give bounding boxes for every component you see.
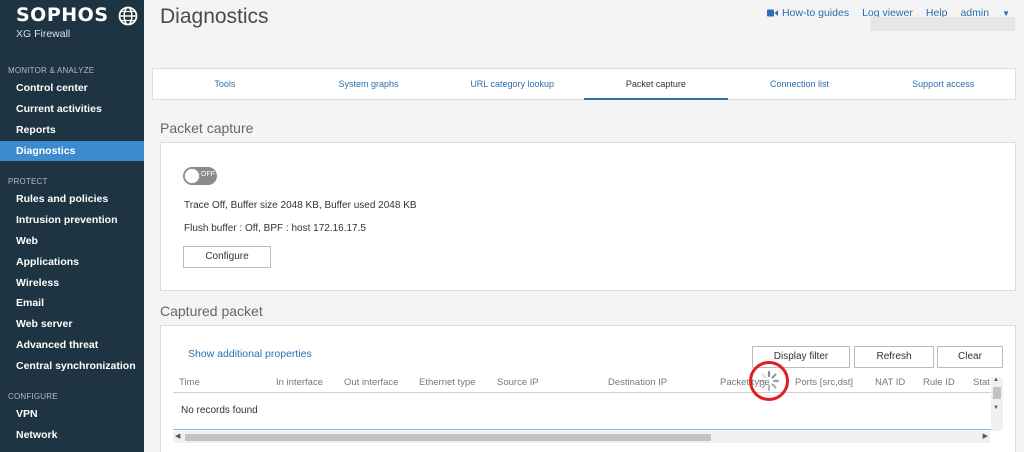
- column-header-out-interface[interactable]: Out interface: [344, 377, 398, 388]
- sidebar-item-central-synchronization[interactable]: Central synchronization: [0, 356, 144, 376]
- sidebar-item-reports[interactable]: Reports: [0, 120, 144, 140]
- column-header-source-ip[interactable]: Source IP: [497, 377, 539, 388]
- sidebar-item-rules-and-policies[interactable]: Rules and policies: [0, 189, 144, 209]
- column-header-destination-ip[interactable]: Destination IP: [608, 377, 667, 388]
- header-strip: [870, 17, 1015, 31]
- tab-tools[interactable]: Tools: [153, 69, 297, 99]
- sidebar-item-network[interactable]: Network: [0, 425, 144, 445]
- sidebar-item-email[interactable]: Email: [0, 293, 144, 313]
- sidebar-item-web[interactable]: Web: [0, 231, 144, 251]
- tab-url-category-lookup[interactable]: URL category lookup: [440, 69, 584, 99]
- sidebar-item-diagnostics[interactable]: Diagnostics: [0, 141, 144, 161]
- show-additional-properties-link[interactable]: Show additional properties: [188, 348, 312, 360]
- loading-spinner-highlight: [749, 361, 789, 401]
- flush-info: Flush buffer : Off, BPF : host 172.16.17…: [184, 223, 366, 234]
- horizontal-scroll-thumb[interactable]: [185, 434, 711, 441]
- brand-product: XG Firewall: [16, 28, 71, 40]
- loading-spinner-icon: [758, 370, 780, 392]
- toggle-knob: [184, 168, 200, 184]
- sidebar-item-advanced-threat[interactable]: Advanced threat: [0, 335, 144, 355]
- tab-bar: Tools System graphs URL category lookup …: [152, 68, 1016, 100]
- tab-connection-list[interactable]: Connection list: [728, 69, 872, 99]
- vertical-scrollbar[interactable]: ▲ ▼: [991, 377, 1003, 431]
- video-camera-icon: [766, 9, 778, 17]
- sidebar-item-control-center[interactable]: Control center: [0, 78, 144, 98]
- section-configure: CONFIGURE: [8, 392, 58, 401]
- tab-support-access[interactable]: Support access: [871, 69, 1015, 99]
- sidebar-item-intrusion-prevention[interactable]: Intrusion prevention: [0, 210, 144, 230]
- column-header-ethernet-type[interactable]: Ethernet type: [419, 377, 476, 388]
- tab-system-graphs[interactable]: System graphs: [297, 69, 441, 99]
- column-header-rule-id[interactable]: Rule ID: [923, 377, 955, 388]
- section-protect: PROTECT: [8, 177, 48, 186]
- tab-packet-capture[interactable]: Packet capture: [584, 69, 728, 100]
- refresh-button[interactable]: Refresh: [854, 346, 934, 368]
- capture-toggle[interactable]: OFF: [183, 167, 217, 185]
- horizontal-scrollbar[interactable]: ◀ ▶: [173, 431, 990, 443]
- sidebar-item-web-server[interactable]: Web server: [0, 314, 144, 334]
- vertical-scroll-thumb[interactable]: [993, 387, 1001, 399]
- sidebar-item-wireless[interactable]: Wireless: [0, 273, 144, 293]
- sidebar-item-applications[interactable]: Applications: [0, 252, 144, 272]
- sidebar-item-current-activities[interactable]: Current activities: [0, 99, 144, 119]
- captured-packet-heading: Captured packet: [160, 303, 263, 319]
- packet-capture-panel: OFF Trace Off, Buffer size 2048 KB, Buff…: [160, 142, 1016, 291]
- column-header-time[interactable]: Time: [179, 377, 200, 388]
- column-header-nat-id[interactable]: NAT ID: [875, 377, 905, 388]
- empty-message: No records found: [181, 405, 258, 416]
- sidebar-item-vpn[interactable]: VPN: [0, 404, 144, 424]
- scroll-left-icon[interactable]: ◀: [175, 432, 180, 440]
- page-title: Diagnostics: [160, 5, 269, 28]
- scroll-up-icon[interactable]: ▲: [993, 377, 999, 383]
- sidebar: SOPHOS XG Firewall MONITOR & ANALYZE Con…: [0, 0, 144, 452]
- brand-name: SOPHOS: [16, 4, 109, 26]
- globe-icon: [118, 6, 138, 26]
- brand-logo[interactable]: SOPHOS XG Firewall: [14, 4, 140, 40]
- howto-guides-label: How-to guides: [781, 7, 850, 19]
- trace-info: Trace Off, Buffer size 2048 KB, Buffer u…: [184, 200, 417, 211]
- section-monitor: MONITOR & ANALYZE: [8, 66, 95, 75]
- configure-button[interactable]: Configure: [183, 246, 271, 268]
- column-header-in-interface[interactable]: In interface: [276, 377, 323, 388]
- toggle-label: OFF: [201, 171, 215, 178]
- column-header-ports[interactable]: Ports [src,dst]: [795, 377, 853, 388]
- packet-grid: No records found ▲ ▼: [173, 377, 1003, 431]
- column-header-status[interactable]: Stat: [973, 377, 990, 388]
- packet-capture-heading: Packet capture: [160, 120, 254, 136]
- scroll-down-icon[interactable]: ▼: [993, 405, 999, 411]
- howto-guides-link[interactable]: How-to guides: [766, 7, 850, 19]
- scroll-right-icon[interactable]: ▶: [983, 432, 988, 440]
- clear-button[interactable]: Clear: [937, 346, 1003, 368]
